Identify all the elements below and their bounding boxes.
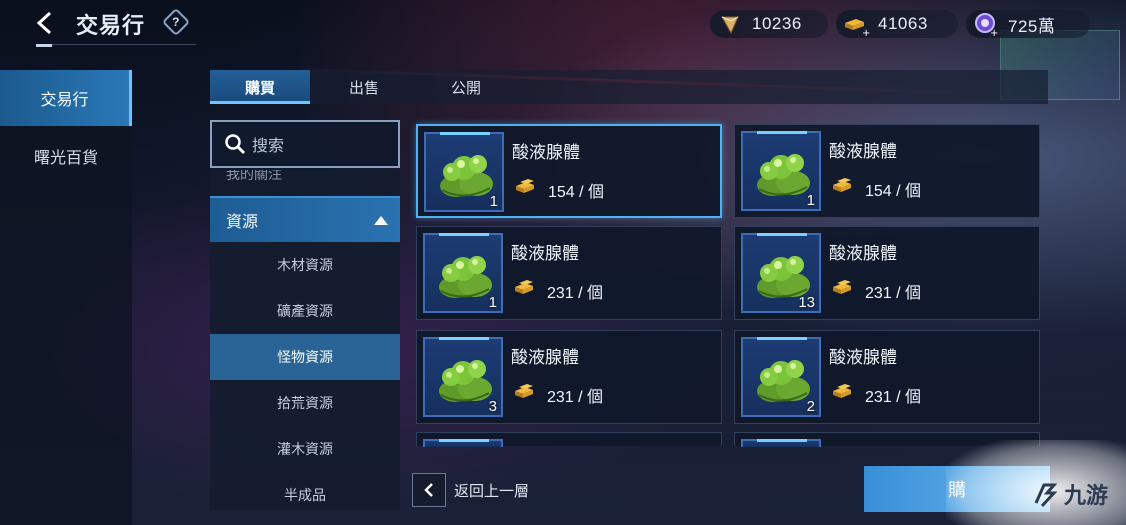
gold-bars-icon — [513, 381, 539, 408]
title-divider-mark — [36, 44, 52, 47]
sidebar-item-dawn-store[interactable]: 曙光百貨 — [0, 128, 132, 184]
back-button[interactable] — [30, 8, 60, 38]
sidebar-item-label: 曙光百貨 — [33, 150, 98, 167]
back-level-label: 返回上一層 — [454, 482, 530, 500]
search-placeholder: 搜索 — [252, 138, 285, 155]
gold-bars-icon — [831, 277, 857, 304]
gold-bars-icon — [514, 176, 540, 203]
listing-card[interactable]: 3 酸液腺體 231 / 個 — [416, 330, 722, 424]
item-price-value: 154 / 個 — [548, 183, 605, 201]
item-price: 231 / 個 — [831, 277, 921, 304]
chevron-left-icon — [36, 11, 52, 35]
tab-sell[interactable]: 出售 — [314, 70, 414, 104]
svg-text:+: + — [862, 28, 870, 37]
currency-gold-value: 41063 — [878, 14, 928, 33]
item-quantity: 13 — [798, 294, 815, 311]
back-level-button[interactable]: 返回上一層 — [412, 472, 529, 508]
collapse-triangle-icon — [374, 216, 388, 225]
listing-card[interactable]: 1 酸液腺體 154 / 個 — [734, 124, 1040, 218]
category-list[interactable]: 我的關注 資源 木材資源 礦產資源 怪物資源 拾荒資源 灌木資源 半成品 — [210, 170, 400, 510]
title-divider — [36, 44, 196, 45]
category-item-shrub[interactable]: 灌木資源 — [210, 426, 400, 472]
category-item-wood[interactable]: 木材資源 — [210, 242, 400, 288]
item-thumbnail — [741, 439, 821, 447]
item-quantity: 1 — [806, 192, 815, 209]
item-name: 酸液腺體 — [829, 244, 897, 263]
item-thumbnail: 3 — [423, 337, 503, 417]
item-thumbnail: 1 — [741, 131, 821, 211]
sidebar: 交易行 曙光百貨 — [0, 70, 132, 525]
help-icon: ? — [172, 15, 180, 29]
watermark-text: 九游 — [1064, 483, 1109, 508]
item-name: 酸液腺體 — [512, 143, 580, 162]
gem-icon — [716, 10, 744, 38]
item-thumbnail: 1 — [423, 233, 503, 313]
category-item-monster[interactable]: 怪物資源 — [210, 334, 400, 380]
page-title: 交易行 — [76, 13, 146, 38]
category-item-scavenge[interactable]: 拾荒資源 — [210, 380, 400, 426]
search-input[interactable]: 搜索 — [210, 120, 400, 168]
item-price-value: 231 / 個 — [547, 388, 604, 406]
item-name: 酸液腺體 — [829, 142, 897, 161]
currency-gold[interactable]: + 41063 — [836, 10, 958, 38]
item-thumbnail — [423, 439, 503, 447]
listing-card-partial[interactable] — [416, 432, 722, 447]
item-thumbnail: 1 — [424, 132, 504, 212]
category-group-label: 資源 — [226, 214, 259, 231]
gold-bars-icon — [831, 381, 857, 408]
listing-card[interactable]: 1 酸液腺體 154 / 個 — [416, 124, 722, 218]
item-name: 酸液腺體 — [829, 348, 897, 367]
gold-bars-icon — [831, 175, 857, 202]
item-thumbnail: 2 — [741, 337, 821, 417]
currency-gem-value: 10236 — [752, 14, 802, 33]
listing-card[interactable]: 1 酸液腺體 231 / 個 — [416, 226, 722, 320]
item-price-value: 231 / 個 — [865, 284, 922, 302]
item-price-value: 231 / 個 — [865, 388, 922, 406]
search-icon — [225, 134, 246, 155]
item-name: 酸液腺體 — [511, 348, 579, 367]
currency-gem[interactable]: 10236 — [710, 10, 828, 38]
item-quantity: 2 — [806, 398, 815, 415]
tab-public[interactable]: 公開 — [416, 70, 516, 104]
item-price: 154 / 個 — [514, 176, 604, 203]
item-price: 154 / 個 — [831, 175, 921, 202]
item-quantity: 1 — [488, 294, 497, 311]
item-price: 231 / 個 — [513, 277, 603, 304]
category-item-followed[interactable]: 我的關注 — [226, 170, 282, 184]
crystal-add-icon: + — [972, 10, 1000, 38]
category-item-semi-finished[interactable]: 半成品 — [210, 472, 400, 510]
item-price-value: 154 / 個 — [865, 182, 922, 200]
gold-bars-add-icon: + — [842, 10, 870, 38]
item-price: 231 / 個 — [831, 381, 921, 408]
chevron-left-icon — [412, 473, 446, 507]
item-name: 酸液腺體 — [511, 244, 579, 263]
category-item-mineral[interactable]: 礦產資源 — [210, 288, 400, 334]
item-thumbnail: 13 — [741, 233, 821, 313]
sidebar-item-label: 交易行 — [40, 92, 89, 109]
item-price: 231 / 個 — [513, 381, 603, 408]
item-quantity: 3 — [488, 398, 497, 415]
gold-bars-icon — [513, 277, 539, 304]
tab-bar: 購買 出售 公開 — [210, 70, 1048, 104]
listing-card[interactable]: 13 酸液腺體 231 / 個 — [734, 226, 1040, 320]
tab-buy[interactable]: 購買 — [210, 70, 310, 104]
currency-crystal-value: 725萬 — [1008, 16, 1056, 36]
item-quantity: 1 — [489, 193, 498, 210]
currency-crystal[interactable]: + 725萬 — [966, 10, 1090, 38]
sidebar-item-trading[interactable]: 交易行 — [0, 70, 132, 126]
item-price-value: 231 / 個 — [547, 284, 604, 302]
listing-card[interactable]: 2 酸液腺體 231 / 個 — [734, 330, 1040, 424]
category-group-resources[interactable]: 資源 — [210, 196, 400, 242]
watermark-logo: 九游 — [1030, 478, 1108, 510]
jiuyou-logo-icon — [1034, 483, 1058, 508]
svg-text:+: + — [990, 28, 998, 37]
